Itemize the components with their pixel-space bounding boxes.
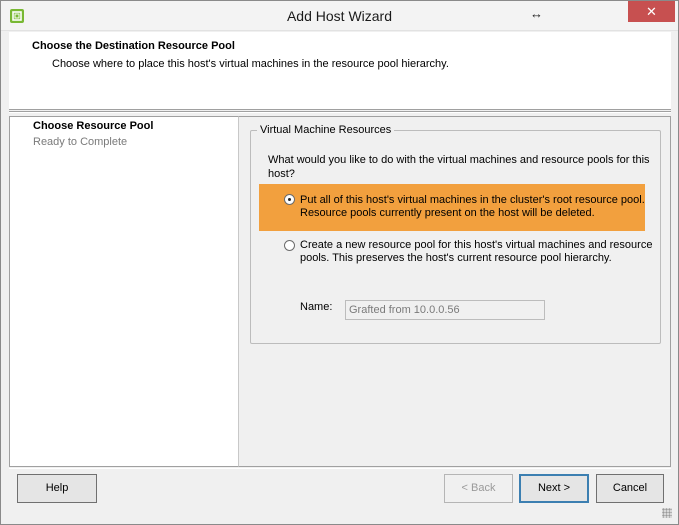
radio-new-resource-pool[interactable]	[284, 240, 295, 251]
header-divider	[9, 111, 671, 113]
resource-question: What would you like to do with the virtu…	[268, 154, 650, 180]
page-subtitle: Choose where to place this host's virtua…	[52, 58, 449, 70]
steps-panel: Choose Resource Pool Ready to Complete	[9, 116, 239, 467]
resize-arrows-icon[interactable]: ↔	[530, 6, 543, 21]
cancel-button[interactable]: Cancel	[596, 474, 664, 503]
resource-pool-name-field[interactable]	[345, 300, 545, 320]
option-root-resource-pool[interactable]: Put all of this host's virtual machines …	[259, 184, 645, 231]
wizard-header: Choose the Destination Resource Pool Cho…	[9, 32, 671, 110]
back-button[interactable]: < Back	[444, 474, 513, 503]
vm-resources-group-label: Virtual Machine Resources	[257, 124, 395, 136]
step-ready-to-complete: Ready to Complete	[33, 136, 128, 148]
add-host-wizard-window: Add Host Wizard ↔ ✕ Choose the Destinati…	[0, 0, 679, 525]
window-title: Add Host Wizard	[286, 8, 393, 24]
title-bar[interactable]: Add Host Wizard ↔ ✕	[1, 1, 678, 31]
option-new-resource-pool-label[interactable]: Create a new resource pool for this host…	[300, 239, 655, 265]
help-button[interactable]: Help	[17, 474, 97, 503]
option-root-resource-pool-label: Put all of this host's virtual machines …	[300, 194, 645, 219]
step-choose-resource-pool[interactable]: Choose Resource Pool	[33, 120, 153, 132]
footer-divider	[9, 468, 671, 469]
close-icon: ✕	[646, 4, 657, 19]
radio-root-resource-pool[interactable]	[284, 194, 295, 205]
resize-grip-icon[interactable]	[662, 508, 672, 518]
close-button[interactable]: ✕	[628, 1, 675, 22]
next-button[interactable]: Next >	[519, 474, 589, 503]
page-title: Choose the Destination Resource Pool	[32, 40, 235, 52]
name-label: Name:	[300, 301, 333, 313]
